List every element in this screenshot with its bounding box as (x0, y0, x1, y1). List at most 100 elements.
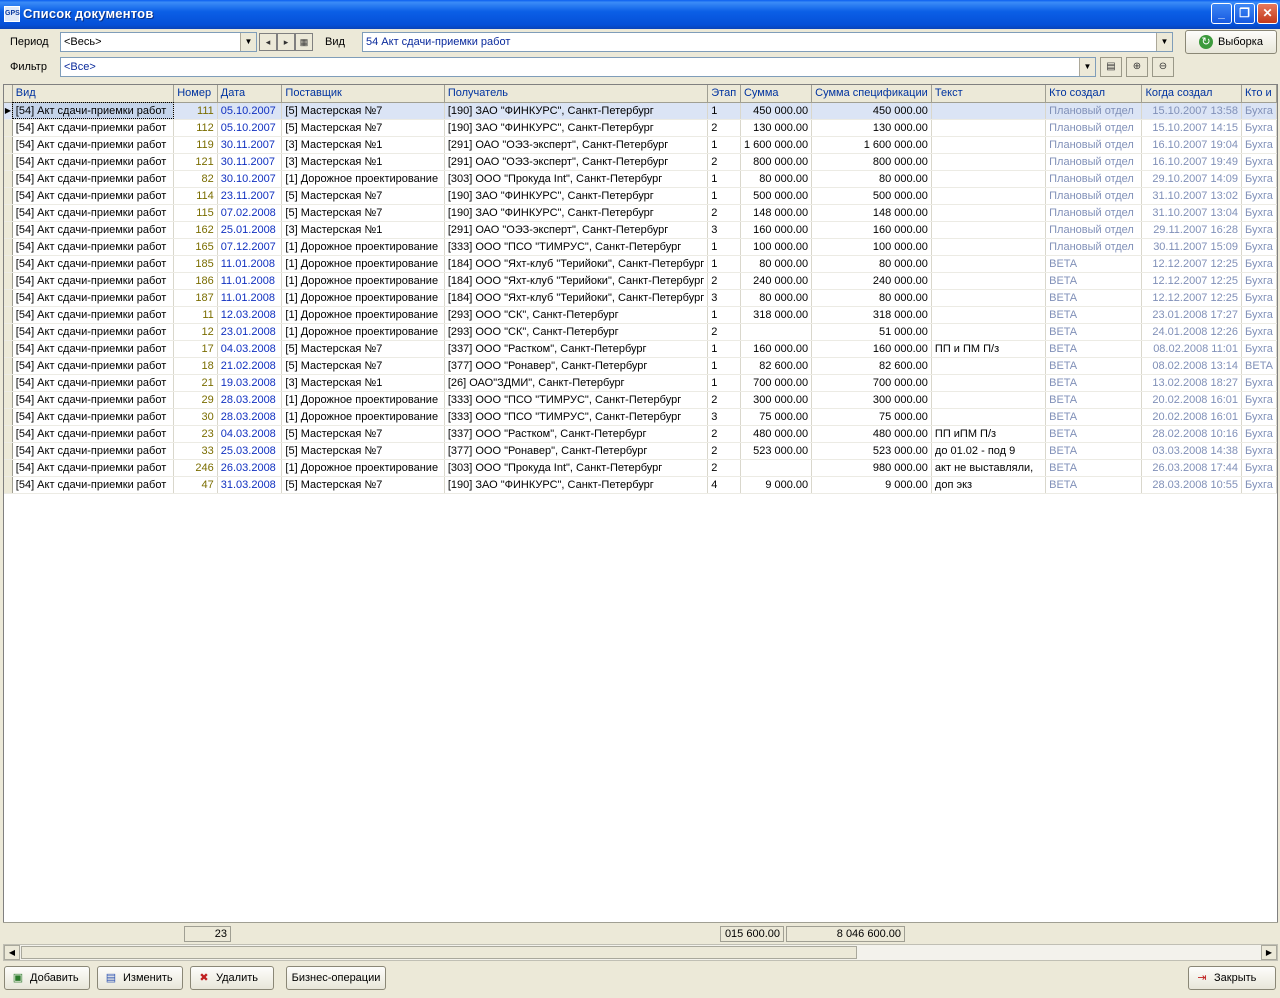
table-cell: Бухга (1241, 221, 1277, 239)
col-recipient[interactable]: Получатель (444, 85, 709, 103)
table-cell: Бухга (1241, 306, 1277, 324)
row-indicator[interactable] (4, 408, 13, 426)
table-row[interactable]: [54] Акт сдачи-приемки работ 11 12.03.2008… (4, 306, 1277, 324)
row-indicator[interactable] (4, 425, 13, 443)
row-indicator[interactable] (4, 238, 13, 256)
calendar-icon[interactable]: ▦ (295, 33, 313, 51)
col-text[interactable]: Текст (931, 85, 1047, 103)
table-row[interactable]: [54] Акт сдачи-приемки работ 187 11.01.200… (4, 289, 1277, 307)
table-row[interactable]: [54] Акт сдачи-приемки работ 114 23.11.200… (4, 187, 1277, 205)
table-row[interactable]: [54] Акт сдачи-приемки работ 47 31.03.2008… (4, 476, 1277, 494)
close-button[interactable]: ⇥ Закрыть (1188, 966, 1276, 990)
table-row[interactable]: [54] Акт сдачи-приемки работ 186 11.01.200… (4, 272, 1277, 290)
current-row-indicator-icon[interactable]: ▶ (4, 102, 13, 120)
row-indicator[interactable] (4, 391, 13, 409)
period-prev-button[interactable]: ◂ (259, 33, 277, 51)
table-cell: 2 (707, 425, 741, 443)
row-indicator[interactable] (4, 323, 13, 341)
edit-document-icon: ▤ (105, 972, 117, 984)
restore-button[interactable]: ❐ (1234, 3, 1255, 24)
scroll-thumb[interactable] (21, 946, 857, 959)
scroll-right-icon[interactable]: ▶ (1261, 945, 1277, 960)
row-indicator[interactable] (4, 289, 13, 307)
table-cell: 12.12.2007 12:25 (1141, 272, 1243, 290)
table-cell: [54] Акт сдачи-приемки работ (12, 459, 175, 477)
table-cell: 30.11.2007 (217, 153, 283, 171)
col-sum[interactable]: Сумма (740, 85, 813, 103)
vid-combo[interactable]: 54 Акт сдачи-приемки работ ▼ (362, 32, 1173, 52)
close-window-button[interactable]: ✕ (1257, 3, 1278, 24)
scroll-left-icon[interactable]: ◀ (4, 945, 20, 960)
row-indicator[interactable] (4, 374, 13, 392)
table-row[interactable]: [54] Акт сдачи-приемки работ 12 23.01.2008… (4, 323, 1277, 341)
filter-remove-icon[interactable]: ⊖ (1152, 57, 1174, 77)
col-created-at[interactable]: Когда создал (1141, 85, 1243, 103)
row-indicator[interactable] (4, 272, 13, 290)
documents-table[interactable]: Вид Номер Дата Поставщик Получатель Этап… (3, 84, 1278, 943)
table-cell: 1 600 000.00 (811, 136, 932, 154)
col-date[interactable]: Дата (217, 85, 283, 103)
row-indicator[interactable] (4, 187, 13, 205)
col-supplier[interactable]: Поставщик (281, 85, 445, 103)
table-cell: [5] Мастерская №7 (281, 119, 445, 137)
row-indicator[interactable] (4, 204, 13, 222)
table-row[interactable]: [54] Акт сдачи-приемки работ 33 25.03.2008… (4, 442, 1277, 460)
table-row[interactable]: [54] Акт сдачи-приемки работ 112 05.10.200… (4, 119, 1277, 137)
horizontal-scrollbar[interactable]: ◀ ▶ (3, 944, 1278, 961)
table-row[interactable]: [54] Акт сдачи-приемки работ 17 04.03.2008… (4, 340, 1277, 358)
table-row[interactable]: [54] Акт сдачи-приемки работ 115 07.02.200… (4, 204, 1277, 222)
table-row[interactable]: [54] Акт сдачи-приемки работ 119 30.11.200… (4, 136, 1277, 154)
col-created-by[interactable]: Кто создал (1045, 85, 1143, 103)
col-modified-by[interactable]: Кто и (1241, 85, 1277, 103)
table-row[interactable]: [54] Акт сдачи-приемки работ 82 30.10.2007… (4, 170, 1277, 188)
table-row[interactable]: [54] Акт сдачи-приемки работ 121 30.11.200… (4, 153, 1277, 171)
chevron-down-icon[interactable]: ▼ (1156, 33, 1172, 51)
row-indicator[interactable] (4, 221, 13, 239)
col-vid[interactable]: Вид (12, 85, 175, 103)
col-stage[interactable]: Этап (707, 85, 741, 103)
period-combo[interactable]: <Весь> ▼ (60, 32, 257, 52)
filter-table-icon[interactable]: ▤ (1100, 57, 1122, 77)
row-indicator[interactable] (4, 170, 13, 188)
table-cell: Плановый отдел (1045, 221, 1143, 239)
table-row[interactable]: ▶ [54] Акт сдачи-приемки работ 111 05.10.20… (4, 102, 1277, 120)
table-row[interactable]: [54] Акт сдачи-приемки работ 185 11.01.200… (4, 255, 1277, 273)
table-cell: 2 (707, 442, 741, 460)
delete-button[interactable]: ✖ Удалить (190, 966, 274, 990)
filter-add-icon[interactable]: ⊕ (1126, 57, 1148, 77)
table-row[interactable]: [54] Акт сдачи-приемки работ 21 19.03.2008… (4, 374, 1277, 392)
filter-combo[interactable]: <Все> ▼ (60, 57, 1096, 77)
table-cell: 05.10.2007 (217, 102, 283, 120)
table-row[interactable]: [54] Акт сдачи-приемки работ 23 04.03.2008… (4, 425, 1277, 443)
table-row[interactable]: [54] Акт сдачи-приемки работ 18 21.02.2008… (4, 357, 1277, 375)
business-ops-button[interactable]: Бизнес-операции (286, 966, 386, 990)
table-row[interactable]: [54] Акт сдачи-приемки работ 246 26.03.200… (4, 459, 1277, 477)
table-row[interactable]: [54] Акт сдачи-приемки работ 30 28.03.2008… (4, 408, 1277, 426)
row-indicator[interactable] (4, 340, 13, 358)
row-indicator[interactable] (4, 306, 13, 324)
row-indicator[interactable] (4, 136, 13, 154)
table-row[interactable]: [54] Акт сдачи-приемки работ 165 07.12.200… (4, 238, 1277, 256)
row-indicator[interactable] (4, 476, 13, 494)
select-button[interactable]: ↻ Выборка (1185, 30, 1277, 54)
chevron-down-icon[interactable]: ▼ (240, 33, 256, 51)
table-row[interactable]: [54] Акт сдачи-приемки работ 162 25.01.200… (4, 221, 1277, 239)
minimize-button[interactable]: _ (1211, 3, 1232, 24)
table-cell: 03.03.2008 14:38 (1141, 442, 1243, 460)
add-button[interactable]: ▣ Добавить (4, 966, 90, 990)
row-indicator[interactable] (4, 255, 13, 273)
row-indicator[interactable] (4, 459, 13, 477)
col-spec-sum[interactable]: Сумма спецификации (811, 85, 932, 103)
edit-button[interactable]: ▤ Изменить (97, 966, 183, 990)
period-label: Период (10, 36, 49, 48)
col-number[interactable]: Номер (173, 85, 218, 103)
table-row[interactable]: [54] Акт сдачи-приемки работ 29 28.03.2008… (4, 391, 1277, 409)
table-cell: 80 000.00 (811, 289, 932, 307)
chevron-down-icon[interactable]: ▼ (1079, 58, 1095, 76)
row-indicator[interactable] (4, 153, 13, 171)
row-indicator[interactable] (4, 357, 13, 375)
row-indicator[interactable] (4, 442, 13, 460)
table-cell: 21.02.2008 (217, 357, 283, 375)
row-indicator[interactable] (4, 119, 13, 137)
period-next-button[interactable]: ▸ (277, 33, 295, 51)
